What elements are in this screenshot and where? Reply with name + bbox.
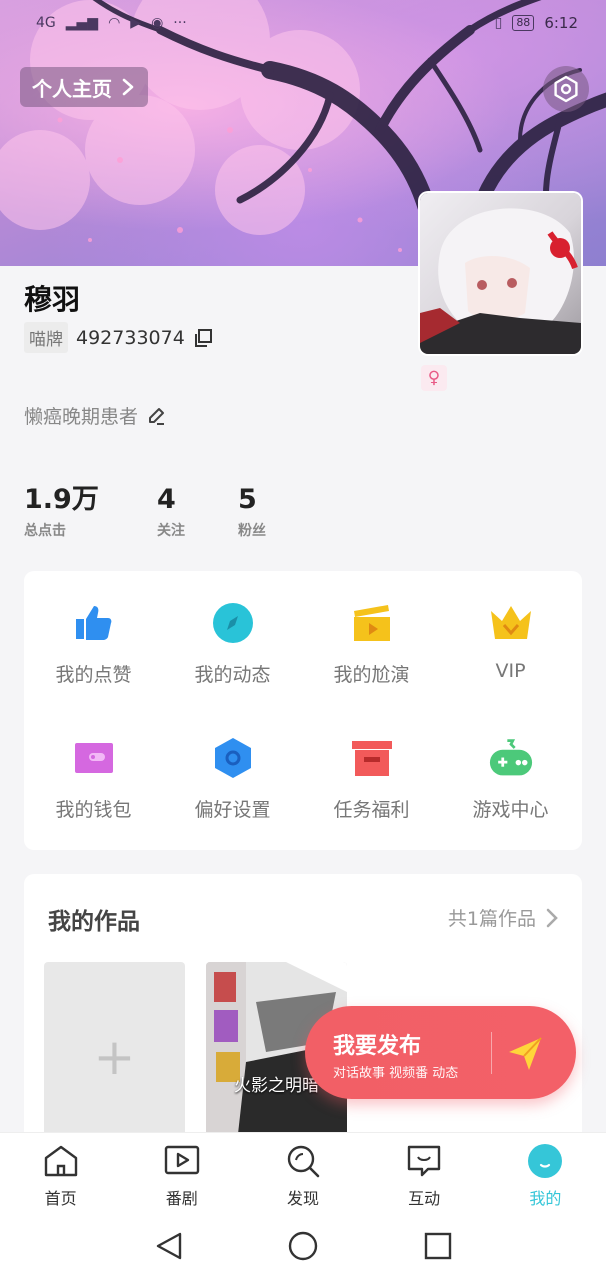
gear-icon (554, 75, 578, 103)
paper-plane-icon (509, 1037, 542, 1070)
play-icon (164, 1143, 200, 1179)
personal-homepage-label: 个人主页 (32, 76, 112, 101)
menu-label: 我的点赞 (55, 664, 132, 686)
personal-homepage-button[interactable]: 个人主页 (20, 67, 148, 107)
publish-button[interactable]: 我要发布 对话故事 视频番 动态 (305, 1006, 576, 1099)
home-icon (43, 1143, 79, 1179)
gift-box-icon (350, 736, 394, 780)
menu-task-rewards[interactable]: 任务福利 (302, 706, 441, 826)
stat-fans[interactable]: 5 粉丝 (238, 484, 318, 540)
bio-text: 懒癌晚期患者 (24, 406, 139, 428)
avatar[interactable] (420, 193, 581, 354)
clapperboard-icon (350, 601, 394, 645)
notification-icon: ◉ (151, 15, 164, 31)
bio-row[interactable]: 懒癌晚期患者 (24, 402, 166, 429)
system-navigation-bar (0, 1212, 606, 1280)
nav-label: 我的 (529, 1189, 562, 1208)
uid-row: 喵牌 492733074 (24, 322, 213, 353)
menu-my-wallet[interactable]: 我的钱包 (24, 706, 163, 826)
menu-label: 偏好设置 (194, 799, 271, 821)
menu-my-likes[interactable]: 我的点赞 (24, 571, 163, 691)
crown-icon (489, 601, 533, 645)
signal-icon: ▂▄▆ (65, 15, 99, 31)
compass-icon (211, 601, 255, 645)
chevron-right-icon (546, 908, 558, 927)
vibrate-icon: ▯ (494, 15, 503, 31)
menu-label: 任务福利 (333, 799, 410, 821)
stat-total-clicks[interactable]: 1.9万 总点击 (24, 484, 157, 540)
menu-label: 我的钱包 (55, 799, 132, 821)
menu-vip[interactable]: VIP (441, 571, 580, 691)
uid-tag: 喵牌 (24, 322, 68, 353)
nav-label: 首页 (44, 1189, 77, 1208)
wifi-icon: ◠ (108, 15, 121, 31)
menu-label: 我的尬演 (333, 664, 410, 686)
edit-pencil-icon[interactable] (146, 406, 166, 426)
profile-icon (527, 1143, 563, 1179)
search-icon (285, 1143, 321, 1179)
chevron-right-icon (122, 78, 134, 96)
nav-label: 发现 (286, 1189, 319, 1208)
works-title: 我的作品 (48, 909, 140, 935)
publish-divider (491, 1032, 492, 1074)
menu-label: VIP (495, 660, 526, 682)
stat-label: 总点击 (24, 523, 66, 539)
uid-value: 492733074 (76, 326, 185, 349)
recent-apps-icon (424, 1232, 452, 1260)
nav-mine[interactable]: 我的 (485, 1133, 606, 1212)
network-label: 4G (36, 15, 56, 31)
nav-label: 番剧 (165, 1189, 198, 1208)
female-gender-icon: ♀ (421, 365, 447, 391)
username: 穆羽 (24, 283, 81, 316)
menu-label: 我的动态 (194, 664, 271, 686)
menu-label: 游戏中心 (472, 799, 549, 821)
status-bar: 4G ▂▄▆ ◠ ▶ ◉ ··· ▯ 88 6:12 (0, 0, 606, 46)
nav-discover[interactable]: 发现 (242, 1133, 363, 1212)
works-count-link[interactable]: 共1篇作品 (448, 904, 558, 931)
nav-interact[interactable]: 互动 (364, 1133, 485, 1212)
stat-following[interactable]: 4 关注 (157, 484, 238, 540)
bottom-navigation: 首页 番剧 发现 互动 我的 (0, 1132, 606, 1212)
settings-button[interactable] (543, 66, 589, 112)
nav-label: 互动 (408, 1189, 441, 1208)
stat-label: 粉丝 (238, 523, 266, 539)
works-count: 共1篇作品 (447, 908, 536, 930)
back-icon (156, 1232, 182, 1260)
thumbs-up-icon (72, 601, 116, 645)
nav-home[interactable]: 首页 (0, 1133, 121, 1212)
chat-icon (406, 1143, 442, 1179)
more-icon: ··· (173, 15, 187, 31)
function-menu: 我的点赞 我的动态 我的尬演 VIP 我的钱包 偏好设置 任务福利 游戏中心 (24, 571, 582, 850)
battery-level: 88 (512, 15, 535, 31)
publish-subtitle: 对话故事 视频番 动态 (333, 1066, 459, 1081)
wallet-icon (72, 736, 116, 780)
publish-title: 我要发布 (333, 1034, 422, 1059)
hexagon-settings-icon (211, 736, 255, 780)
profile-stats: 1.9万 总点击 4 关注 5 粉丝 (24, 484, 318, 540)
stat-value: 1.9万 (24, 484, 99, 515)
stat-label: 关注 (157, 523, 185, 539)
menu-my-posts[interactable]: 我的动态 (163, 571, 302, 691)
copy-icon[interactable] (193, 328, 213, 348)
menu-my-acting[interactable]: 我的尬演 (302, 571, 441, 691)
gamepad-icon (489, 736, 533, 780)
stat-value: 4 (157, 484, 176, 515)
notification-icon: ▶ (130, 15, 142, 31)
add-work-button[interactable]: + (44, 962, 185, 1144)
menu-game-center[interactable]: 游戏中心 (441, 706, 580, 826)
stat-value: 5 (238, 484, 257, 515)
clock: 6:12 (544, 14, 578, 32)
nav-anime[interactable]: 番剧 (121, 1133, 242, 1212)
plus-icon: + (93, 1028, 136, 1086)
home-circle-icon (288, 1231, 318, 1261)
menu-preferences[interactable]: 偏好设置 (163, 706, 302, 826)
